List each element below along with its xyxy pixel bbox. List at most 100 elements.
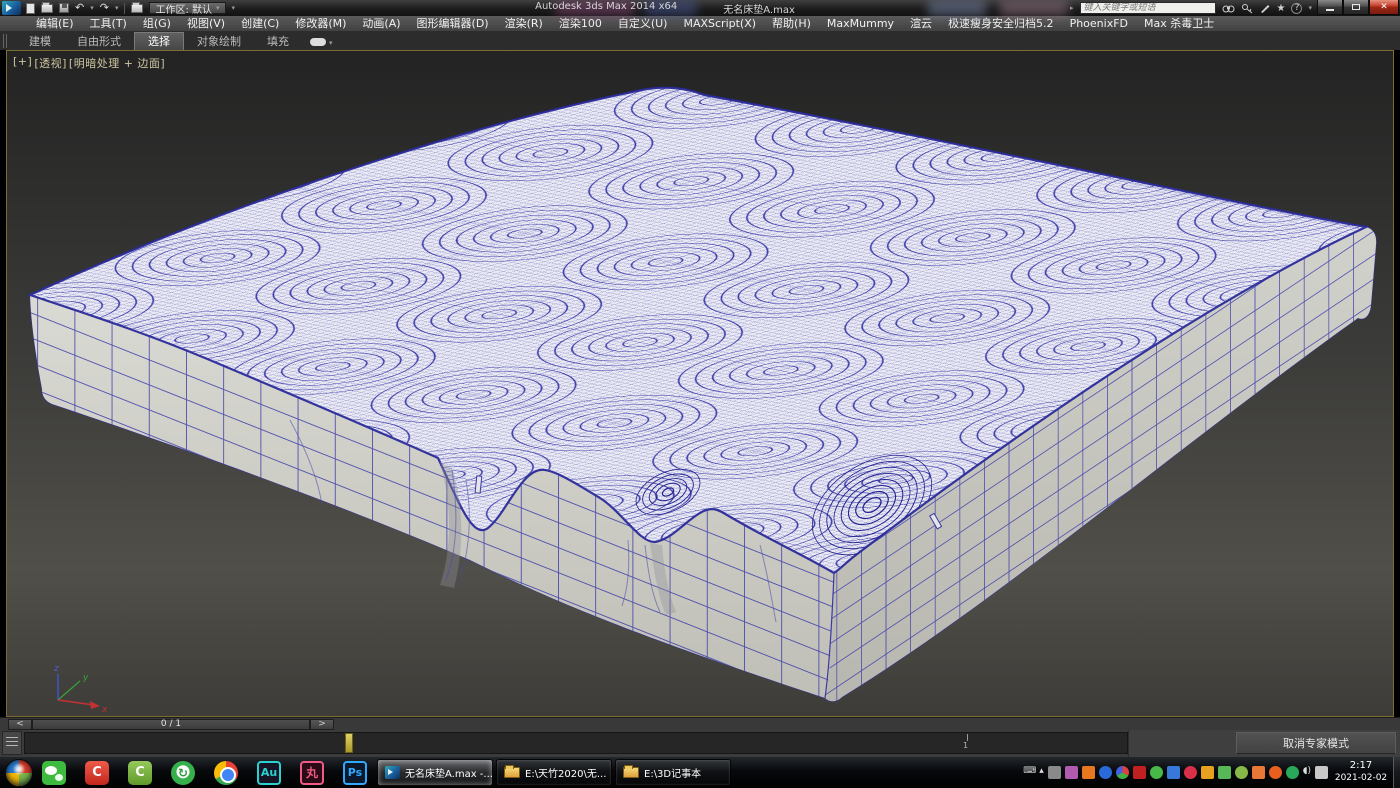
photoshop-icon[interactable]: Ps	[343, 761, 367, 785]
menu-create[interactable]: 创建(C)	[233, 16, 287, 31]
tray-icon[interactable]	[1116, 766, 1129, 779]
tray-expand-icon[interactable]: ▴	[1039, 766, 1044, 779]
menu-help[interactable]: 帮助(H)	[764, 16, 819, 31]
tray-icon[interactable]	[1099, 766, 1112, 779]
menu-graph-editors[interactable]: 图形编辑器(D)	[409, 16, 497, 31]
menu-maxmummy[interactable]: MaxMummy	[819, 16, 902, 31]
wechat-icon[interactable]	[42, 761, 66, 785]
new-file-icon[interactable]	[26, 3, 35, 14]
qat-overflow-icon[interactable]: ▾	[232, 4, 236, 12]
search-icon[interactable]	[1222, 3, 1235, 14]
cancel-expert-mode-button[interactable]: 取消专家模式	[1236, 732, 1396, 754]
camtasia-studio-icon[interactable]: C	[128, 761, 152, 785]
menu-rendering[interactable]: 渲染(R)	[497, 16, 551, 31]
minimize-button[interactable]	[1317, 0, 1343, 15]
tray-icon[interactable]	[1235, 766, 1248, 779]
viewport-canvas[interactable]: z y x	[7, 51, 1393, 716]
search-input[interactable]: 键入关键字或短语	[1080, 2, 1216, 14]
help-dropdown-icon[interactable]: ▾	[1308, 4, 1312, 12]
tab-modeling[interactable]: 建模	[16, 33, 64, 50]
document-title: 无名床垫A.max	[723, 1, 795, 16]
tray-icon[interactable]	[1252, 766, 1265, 779]
task-window-label: E:\3D记事本	[644, 765, 701, 780]
project-folder-icon[interactable]	[131, 4, 143, 13]
tray-icon-usb[interactable]	[1218, 766, 1231, 779]
viewport-shading-menu[interactable]: [明暗处理 + 边面]	[69, 55, 165, 71]
redo-icon[interactable]: ↷	[100, 3, 109, 13]
restore-button[interactable]	[1343, 0, 1369, 15]
volume-icon[interactable]: ◖)	[1303, 766, 1311, 779]
tray-icon[interactable]	[1167, 766, 1180, 779]
help-icon[interactable]: ?	[1291, 3, 1302, 14]
menu-slim-archive[interactable]: 极速瘦身安全归档5.2	[940, 16, 1062, 31]
tab-object-paint[interactable]: 对象绘制	[184, 33, 254, 50]
viewport-pov-menu[interactable]: [透视]	[34, 55, 67, 71]
save-file-icon[interactable]	[59, 3, 69, 13]
undo-dropdown-icon[interactable]: ▾	[90, 4, 94, 12]
menu-animation[interactable]: 动画(A)	[354, 16, 408, 31]
frame-indicator[interactable]: 0 / 1	[32, 719, 310, 730]
tab-selection[interactable]: 选择	[134, 32, 184, 50]
app-menu-button[interactable]	[2, 1, 21, 15]
viewport-general-menu[interactable]: [+]	[13, 55, 32, 71]
tab-freeform[interactable]: 自由形式	[64, 33, 134, 50]
undo-icon[interactable]: ↶	[75, 3, 84, 13]
menu-modifiers[interactable]: 修改器(M)	[287, 16, 354, 31]
tray-icon[interactable]	[1082, 766, 1095, 779]
communication-pen-icon[interactable]	[1259, 3, 1271, 14]
open-file-icon[interactable]	[41, 4, 53, 13]
divider	[124, 3, 125, 14]
audition-icon[interactable]: Au	[257, 761, 281, 785]
ribbon-grip[interactable]	[3, 34, 8, 48]
task-window-folder-2[interactable]: E:\3D记事本	[615, 759, 731, 786]
subscription-key-icon[interactable]	[1241, 3, 1253, 14]
green-utility-icon[interactable]: ↻	[171, 761, 195, 785]
curve-editor-icon	[6, 737, 18, 749]
tray-icon[interactable]	[1201, 766, 1214, 779]
network-icon[interactable]	[1315, 766, 1328, 779]
status-panel: 取消专家模式	[1128, 730, 1400, 757]
menu-antivirus[interactable]: Max 杀毒卫士	[1136, 16, 1222, 31]
ribbon-options-icon[interactable]: ▾	[329, 39, 333, 47]
taskbar-clock[interactable]: 2:17 2021-02-02	[1332, 759, 1390, 785]
tray-icon[interactable]	[1133, 766, 1146, 779]
redo-dropdown-icon[interactable]: ▾	[115, 4, 119, 12]
start-button[interactable]	[5, 759, 33, 787]
tray-icon-wechat[interactable]	[1150, 766, 1163, 779]
search-expand-icon[interactable]: ▸	[1070, 4, 1074, 12]
mini-curve-editor-button[interactable]	[2, 731, 22, 755]
axis-x-label: x	[101, 705, 108, 715]
menu-views[interactable]: 视图(V)	[179, 16, 233, 31]
menu-customize[interactable]: 自定义(U)	[610, 16, 676, 31]
next-frame-button[interactable]: >	[310, 719, 334, 730]
close-button[interactable]: ✕	[1369, 0, 1399, 15]
menu-maxscript[interactable]: MAXScript(X)	[675, 16, 764, 31]
menu-phoenixfd[interactable]: PhoenixFD	[1062, 16, 1136, 31]
menu-group[interactable]: 组(G)	[135, 16, 179, 31]
task-window-folder-1[interactable]: E:\天竹2020\无...	[496, 759, 612, 786]
tray-icon[interactable]	[1286, 766, 1299, 779]
favorites-star-icon[interactable]: ★	[1277, 3, 1286, 14]
menu-rendercloud[interactable]: 渲云	[902, 16, 940, 31]
camtasia-recorder-icon[interactable]: C	[85, 761, 109, 785]
tray-icon-shield[interactable]	[1269, 766, 1282, 779]
tab-populate[interactable]: 填充	[254, 33, 302, 50]
tray-icon-ime[interactable]	[1048, 766, 1061, 779]
track-bar[interactable]: 1	[24, 732, 1128, 754]
restore-icon	[1352, 4, 1360, 10]
perspective-viewport[interactable]: z y x [+] [透视] [明暗处理 + 边面]	[6, 50, 1394, 717]
wan-app-icon[interactable]: 丸	[300, 761, 324, 785]
task-window-3dsmax[interactable]: 无名床垫A.max -...	[377, 759, 493, 786]
ribbon-minimize-icon[interactable]	[310, 38, 326, 46]
chrome-icon[interactable]	[214, 761, 238, 785]
menu-render100[interactable]: 渲染100	[551, 16, 610, 31]
tray-icon[interactable]	[1065, 766, 1078, 779]
menu-edit[interactable]: 编辑(E)	[28, 16, 82, 31]
previous-frame-button[interactable]: <	[8, 719, 32, 730]
menu-tools[interactable]: 工具(T)	[82, 16, 135, 31]
keyboard-layout-icon[interactable]: ⌨	[1023, 766, 1035, 779]
workspace-selector[interactable]: 工作区: 默认 ▾	[149, 2, 225, 14]
show-desktop-button[interactable]	[1393, 757, 1400, 788]
time-slider-handle[interactable]	[345, 733, 353, 753]
tray-icon[interactable]	[1184, 766, 1197, 779]
